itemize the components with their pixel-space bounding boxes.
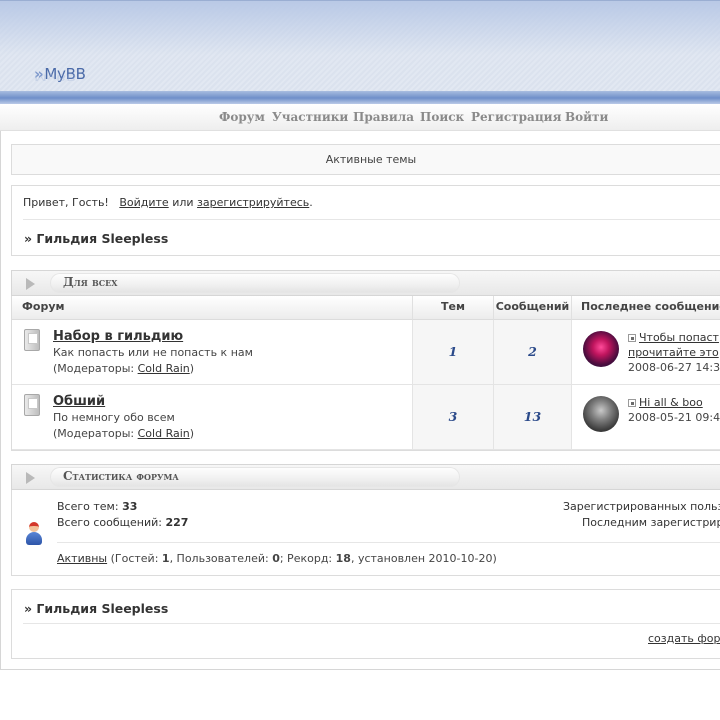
welcome-line: Привет, Гость! Войдите или зарегистрируй… xyxy=(23,196,313,209)
create-forum-link[interactable]: создать фор xyxy=(648,632,720,645)
forum-cell: Набор в гильдию Как попасть или не попас… xyxy=(12,320,413,384)
online-text-2: , Пользователей: xyxy=(169,552,273,565)
online-text-1: (Гостей: xyxy=(107,552,162,565)
forum-moderators: (Модераторы: Cold Rain) xyxy=(53,427,194,440)
post-count: 13 xyxy=(523,409,542,424)
greeting-text: Привет, Гость! xyxy=(23,196,109,209)
column-header-forum: Форум xyxy=(12,296,413,320)
forum-stats: Всего тем: 33 Всего сообщений: 227 Зарег… xyxy=(11,490,720,576)
register-link[interactable]: зарегистрируйтесь xyxy=(197,196,309,209)
category-header: Для всех xyxy=(11,270,720,296)
period-text: . xyxy=(309,196,313,209)
breadcrumb[interactable]: » Гильдия Sleepless xyxy=(24,231,168,246)
online-text-3: ; Рекорд: xyxy=(279,552,336,565)
nav-rules[interactable]: Правила xyxy=(353,110,414,124)
column-header-posts: Сообщений xyxy=(494,296,572,320)
login-link[interactable]: Войдите xyxy=(119,196,168,209)
stats-collapse-arrow-icon[interactable] xyxy=(26,472,35,484)
total-posts-label: Всего сообщений: xyxy=(57,516,162,529)
last-post-icon[interactable] xyxy=(628,334,636,342)
users-count: 0 xyxy=(272,552,280,565)
divider xyxy=(57,542,720,543)
threads-cell: 1 xyxy=(413,320,494,384)
mods-suffix: ) xyxy=(189,427,195,440)
forum-link[interactable]: Набор в гильдию xyxy=(53,329,183,344)
mods-prefix: (Модераторы: xyxy=(53,427,138,440)
moderator-link[interactable]: Cold Rain xyxy=(138,427,190,440)
stats-title: Статистика форума xyxy=(63,469,179,483)
footer-breadcrumb[interactable]: » Гильдия Sleepless xyxy=(24,601,168,616)
active-topics-link[interactable]: Активные темы xyxy=(11,144,720,175)
site-header: »MyBB MyBB xyxy=(0,0,720,105)
header-gradient xyxy=(0,1,720,91)
total-posts-value: 227 xyxy=(165,516,189,529)
mods-suffix: ) xyxy=(189,362,195,375)
nav-forum[interactable]: Форум xyxy=(219,110,265,124)
total-topics-value: 33 xyxy=(122,500,138,513)
category-title: Для всех xyxy=(63,275,118,289)
online-text-4: , установлен 2010-10-20) xyxy=(350,552,497,565)
total-posts: Всего сообщений: 227 xyxy=(57,516,188,529)
nav-login[interactable]: Войти xyxy=(565,110,608,124)
forum-cell: Обший По немногу обо всем (Модераторы: C… xyxy=(12,385,413,449)
column-header-last-post: Последнее сообщение xyxy=(572,296,720,320)
divider xyxy=(23,219,720,220)
last-post-date: 2008-06-27 14:3 xyxy=(628,361,720,374)
mods-prefix: (Модераторы: xyxy=(53,362,138,375)
record-count: 18 xyxy=(335,552,351,565)
table-row: Обший По немногу обо всем (Модераторы: C… xyxy=(12,385,720,450)
table-row: Набор в гильдию Как попасть или не попас… xyxy=(12,320,720,385)
or-text: или xyxy=(172,196,194,209)
user-stats-icon-body xyxy=(26,532,42,545)
nav-search[interactable]: Поиск xyxy=(420,110,464,124)
moderator-link[interactable]: Cold Rain xyxy=(138,362,190,375)
guests-count: 1 xyxy=(161,552,170,565)
last-registered-label: Последним зарегистрир xyxy=(582,516,720,529)
user-stats-icon xyxy=(24,520,44,546)
total-topics-label: Всего тем: xyxy=(57,500,119,513)
user-stats-icon-head xyxy=(29,522,39,532)
top-navigation: Форум Участники Правила Поиск Регистраци… xyxy=(0,104,720,131)
avatar[interactable] xyxy=(583,331,619,367)
threads-cell: 3 xyxy=(413,385,494,449)
online-link[interactable]: Активны xyxy=(57,552,107,565)
last-post-link[interactable]: Чтобы попаст xyxy=(639,331,719,344)
stats-header: Статистика форума xyxy=(11,464,720,490)
category-collapse-arrow-icon[interactable] xyxy=(26,278,35,290)
last-post-cell: Чтобы попаст прочитайте это 2008-06-27 1… xyxy=(572,320,720,384)
online-users: Активны (Гостей: 1, Пользователей: 0; Ре… xyxy=(57,552,497,565)
last-post-link-line2[interactable]: прочитайте это xyxy=(628,346,719,359)
last-post-date: 2008-05-21 09:4 xyxy=(628,411,720,424)
forum-description: По немногу обо всем xyxy=(53,411,175,424)
page-bottom-border xyxy=(0,669,720,670)
total-topics: Всего тем: 33 xyxy=(57,500,137,513)
forum-description: Как попасть или не попасть к нам xyxy=(53,346,253,359)
posts-cell: 2 xyxy=(494,320,572,384)
forum-status-icon xyxy=(24,394,40,416)
nav-members[interactable]: Участники xyxy=(272,110,348,124)
last-post-icon[interactable] xyxy=(628,399,636,407)
post-count: 2 xyxy=(528,344,537,359)
avatar[interactable] xyxy=(583,396,619,432)
posts-cell: 13 xyxy=(494,385,572,449)
forum-table: Форум Тем Сообщений Последнее сообщение … xyxy=(11,296,720,451)
forum-moderators: (Модераторы: Cold Rain) xyxy=(53,362,194,375)
registered-users-label: Зарегистрированных польз xyxy=(563,500,720,513)
logo-reflection: MyBB xyxy=(34,72,77,83)
forum-link[interactable]: Обший xyxy=(53,394,105,409)
column-header-threads: Тем xyxy=(413,296,494,320)
divider xyxy=(23,623,720,624)
welcome-panel: Привет, Гость! Войдите или зарегистрируй… xyxy=(11,185,720,256)
thread-count: 3 xyxy=(448,409,458,424)
nav-register[interactable]: Регистрация xyxy=(471,110,561,124)
thread-count: 1 xyxy=(448,344,458,359)
last-post-link[interactable]: Hi all & boo xyxy=(639,396,703,409)
forum-status-icon xyxy=(24,329,40,351)
last-post-cell: Hi all & boo 2008-05-21 09:4 xyxy=(572,385,720,449)
footer-panel: » Гильдия Sleepless создать фор xyxy=(11,589,720,659)
header-band xyxy=(0,91,720,105)
